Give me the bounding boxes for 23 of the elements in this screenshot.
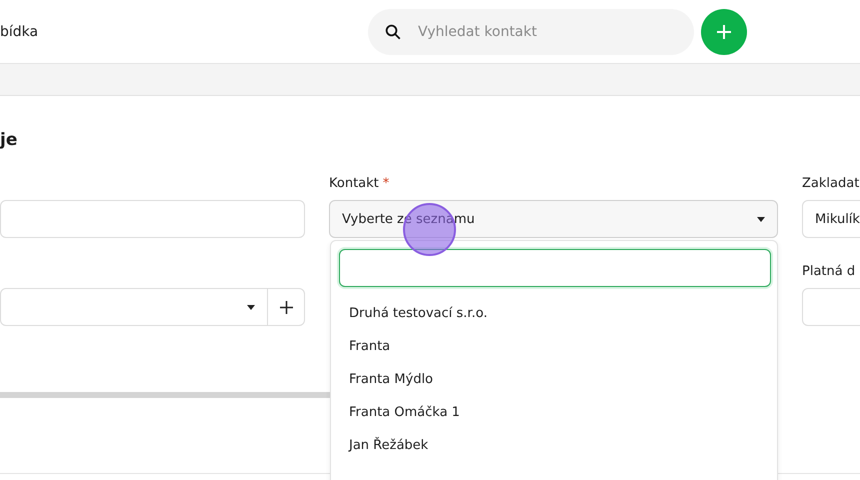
page-title: bídka — [0, 24, 38, 40]
plus-icon — [716, 24, 732, 40]
input-field[interactable] — [0, 200, 305, 238]
search-icon — [384, 22, 402, 40]
date-field[interactable] — [802, 288, 860, 326]
caret-icon — [757, 216, 765, 222]
dropdown-option[interactable]: Franta Mýdlo — [339, 363, 434, 396]
search-field[interactable]: Vyhledat kontakt — [416, 22, 678, 40]
field-label: Kontakt * — [329, 176, 390, 192]
field-label: Platná d — [802, 264, 856, 280]
field-label: Zakladat — [802, 176, 860, 192]
plus-icon — [280, 300, 292, 314]
select-field[interactable]: Mikulík — [802, 200, 860, 238]
dropdown-option[interactable]: Jan Řežábek — [339, 429, 428, 462]
dropdown-option[interactable]: Druhá testovací s.r.o. — [339, 297, 488, 330]
caret-icon — [247, 304, 255, 310]
dropdown-option[interactable]: Franta — [339, 330, 390, 363]
add-button[interactable] — [268, 288, 305, 326]
dropdown-option[interactable]: Franta Omáčka 1 — [339, 396, 460, 429]
dropdown-search-field[interactable] — [339, 249, 771, 287]
select-field[interactable] — [0, 288, 268, 326]
add-button[interactable] — [701, 8, 747, 54]
search-bar[interactable]: Vyhledat kontakt — [368, 8, 694, 54]
